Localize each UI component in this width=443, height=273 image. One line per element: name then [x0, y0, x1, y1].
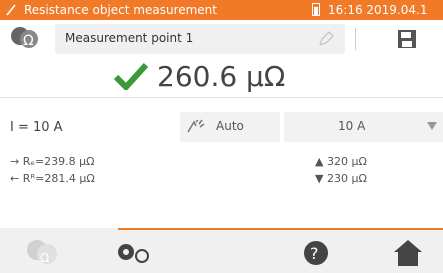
svg-text:?: ?	[310, 244, 319, 263]
resistance-object-icon[interactable]: Ω	[8, 24, 42, 52]
range-label: 10 A	[338, 119, 366, 133]
auto-mode-icon	[187, 119, 205, 133]
current-value: I = 10 A	[10, 120, 63, 135]
rf-value: → Rₑ=239.8 µΩ	[10, 155, 95, 168]
edit-icon[interactable]	[317, 30, 335, 48]
resistance-measure-button[interactable]: Ω	[22, 238, 62, 268]
chevron-down-icon	[427, 122, 437, 130]
divider	[355, 28, 356, 50]
measurement-point-field[interactable]: Measurement point 1	[55, 24, 345, 54]
window-title: Resistance object measurement	[24, 3, 217, 17]
lower-limit-value: ▼ 230 µΩ	[315, 172, 367, 185]
home-icon[interactable]	[390, 238, 426, 268]
range-select[interactable]: 10 A	[284, 112, 443, 142]
mode-button[interactable]: Auto	[180, 112, 280, 142]
svg-text:Ω: Ω	[23, 33, 34, 49]
settings-row: I = 10 A Auto 10 A	[0, 112, 443, 142]
battery-icon	[312, 3, 320, 16]
status-bar: Resistance object measurement 16:16 2019…	[0, 0, 443, 20]
help-icon[interactable]: ?	[296, 238, 336, 268]
status-time: 16:16 2019.04.1	[328, 3, 428, 17]
mode-label: Auto	[216, 119, 244, 133]
probe-icon	[6, 4, 16, 16]
svg-text:Ω: Ω	[40, 251, 49, 265]
settings-gears-icon[interactable]	[108, 238, 160, 268]
upper-limit-label: 320 µΩ	[326, 155, 367, 168]
details: → Rₑ=239.8 µΩ ← Rᴿ=281.4 µΩ ▲ 320 µΩ ▼ 2…	[0, 153, 443, 213]
measurement-header: Ω Measurement point 1	[0, 20, 443, 56]
bottom-toolbar	[0, 228, 443, 273]
result-value: 260.6 µΩ	[157, 60, 286, 93]
check-icon	[114, 62, 148, 90]
accent-line	[118, 228, 443, 230]
measurement-point-label: Measurement point 1	[65, 31, 194, 45]
result-panel: 260.6 µΩ	[0, 54, 443, 100]
lower-limit-label: 230 µΩ	[326, 172, 367, 185]
rr-value: ← Rᴿ=281.4 µΩ	[10, 172, 95, 185]
divider	[0, 97, 443, 98]
lower-limit-icon: ▼	[315, 172, 327, 185]
upper-limit-icon: ▲	[315, 155, 327, 168]
upper-limit-value: ▲ 320 µΩ	[315, 155, 367, 168]
save-icon[interactable]	[396, 28, 418, 50]
